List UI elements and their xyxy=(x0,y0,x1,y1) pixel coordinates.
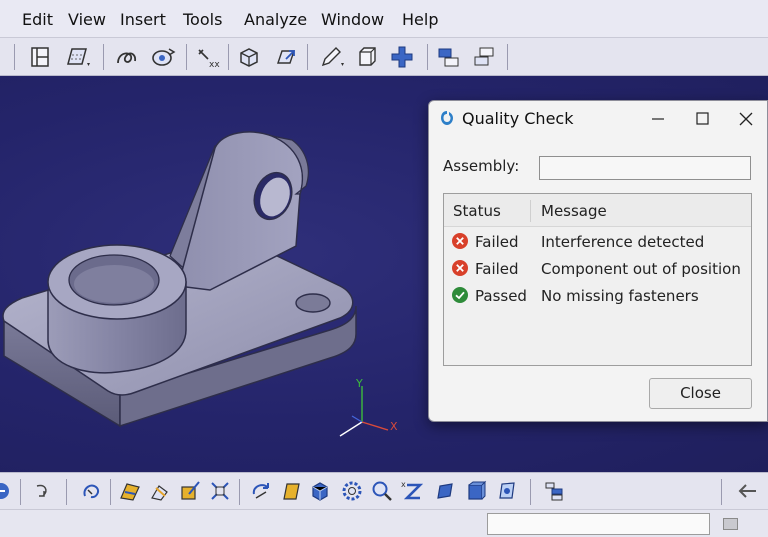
row-status: Failed xyxy=(475,233,519,251)
spin-icon[interactable] xyxy=(248,478,274,504)
pencil-icon[interactable] xyxy=(317,43,345,71)
menu-window[interactable]: Window xyxy=(321,10,384,29)
maximize-icon xyxy=(696,112,709,125)
measure-icon[interactable]: xx xyxy=(194,43,222,71)
cube-icon[interactable] xyxy=(236,43,264,71)
quality-check-dialog: Quality Check Assembly: Status Message F… xyxy=(428,100,768,422)
face-icon[interactable] xyxy=(278,478,304,504)
assembly-input[interactable] xyxy=(539,156,751,180)
shade-icon[interactable] xyxy=(432,478,458,504)
fit-icon[interactable] xyxy=(207,478,233,504)
dialog-titlebar[interactable]: Quality Check xyxy=(429,101,767,137)
menu-insert[interactable]: Insert xyxy=(120,10,166,29)
toolbar-separator xyxy=(307,44,308,70)
close-window-button[interactable] xyxy=(724,101,768,137)
results-list[interactable]: Status Message Failed Interference detec… xyxy=(443,193,752,366)
menu-tools[interactable]: Tools xyxy=(183,10,222,29)
toolbar-separator xyxy=(20,479,21,505)
maximize-button[interactable] xyxy=(680,101,724,137)
column-message[interactable]: Message xyxy=(541,202,607,220)
close-button[interactable]: Close xyxy=(649,378,752,409)
minimize-button[interactable] xyxy=(636,101,680,137)
app-logo-icon xyxy=(441,111,453,125)
cube-view-icon[interactable] xyxy=(307,478,333,504)
column-status[interactable]: Status xyxy=(453,202,501,220)
toolbar-separator xyxy=(507,44,508,70)
solid-icon[interactable] xyxy=(463,478,489,504)
row-message: No missing fasteners xyxy=(541,287,699,305)
svg-text:x: x xyxy=(401,480,406,489)
dialog-title: Quality Check xyxy=(462,109,574,128)
list-item[interactable]: Failed Component out of position xyxy=(444,256,751,283)
assembly-icon[interactable] xyxy=(434,43,462,71)
toolbar-separator xyxy=(427,44,428,70)
status-bar xyxy=(0,509,768,537)
toolbar-separator xyxy=(228,44,229,70)
toolbar-separator xyxy=(14,44,15,70)
error-icon xyxy=(452,260,468,276)
toolbar-separator xyxy=(186,44,187,70)
fill-icon[interactable] xyxy=(63,43,91,71)
tree-icon[interactable] xyxy=(541,478,567,504)
row-message: Component out of position xyxy=(541,260,741,278)
gear-icon[interactable] xyxy=(339,478,365,504)
row-status: Passed xyxy=(475,287,527,305)
arrow-left-icon[interactable] xyxy=(735,478,761,504)
toolbar-separator xyxy=(721,479,722,505)
undo-icon[interactable] xyxy=(0,478,14,504)
main-toolbar: xx xyxy=(0,38,768,76)
menu-analyze[interactable]: Analyze xyxy=(244,10,307,29)
assembly-label: Assembly: xyxy=(443,157,520,175)
list-item[interactable]: Passed No missing fasteners xyxy=(444,283,751,310)
render-icon[interactable] xyxy=(494,478,520,504)
walk-icon[interactable] xyxy=(147,478,173,504)
stack-icon[interactable] xyxy=(470,43,498,71)
column-divider[interactable] xyxy=(530,200,531,222)
export-icon[interactable] xyxy=(272,43,300,71)
revolve-icon[interactable] xyxy=(149,43,177,71)
check-icon xyxy=(452,287,468,303)
menu-view[interactable]: View xyxy=(68,10,106,29)
row-message: Interference detected xyxy=(541,233,705,251)
axis-x-label: X xyxy=(390,420,398,433)
sketch-icon[interactable] xyxy=(27,43,55,71)
move-icon[interactable] xyxy=(388,43,416,71)
rotate-icon[interactable] xyxy=(78,478,104,504)
list-item[interactable]: Failed Interference detected xyxy=(444,229,751,256)
menu-bar: Edit View Insert Tools Analyze Window He… xyxy=(0,0,768,38)
error-icon xyxy=(452,233,468,249)
draw-icon[interactable] xyxy=(177,478,203,504)
zoom-icon[interactable] xyxy=(369,478,395,504)
menu-help[interactable]: Help xyxy=(402,10,438,29)
axis-y-label: Y xyxy=(355,377,363,390)
toolbar-separator xyxy=(66,479,67,505)
svg-text:xx: xx xyxy=(209,60,220,70)
toolbar-separator xyxy=(239,479,240,505)
bottom-toolbar: x xyxy=(0,472,768,509)
axis-triad: Y X xyxy=(339,377,398,437)
row-status: Failed xyxy=(475,260,519,278)
close-icon xyxy=(739,112,753,126)
list-header: Status Message xyxy=(444,194,751,227)
toolbar-separator xyxy=(103,44,104,70)
minimize-icon xyxy=(652,118,664,120)
toolbar-separator xyxy=(110,479,111,505)
command-input[interactable] xyxy=(487,513,710,535)
zoom-area-icon[interactable]: x xyxy=(400,478,426,504)
toolbar-separator xyxy=(530,479,531,505)
redo-icon[interactable] xyxy=(29,478,55,504)
box-icon[interactable] xyxy=(353,43,381,71)
material-icon[interactable] xyxy=(117,478,143,504)
status-indicator[interactable] xyxy=(723,518,738,530)
curve-icon[interactable] xyxy=(113,43,141,71)
menu-edit[interactable]: Edit xyxy=(22,10,53,29)
